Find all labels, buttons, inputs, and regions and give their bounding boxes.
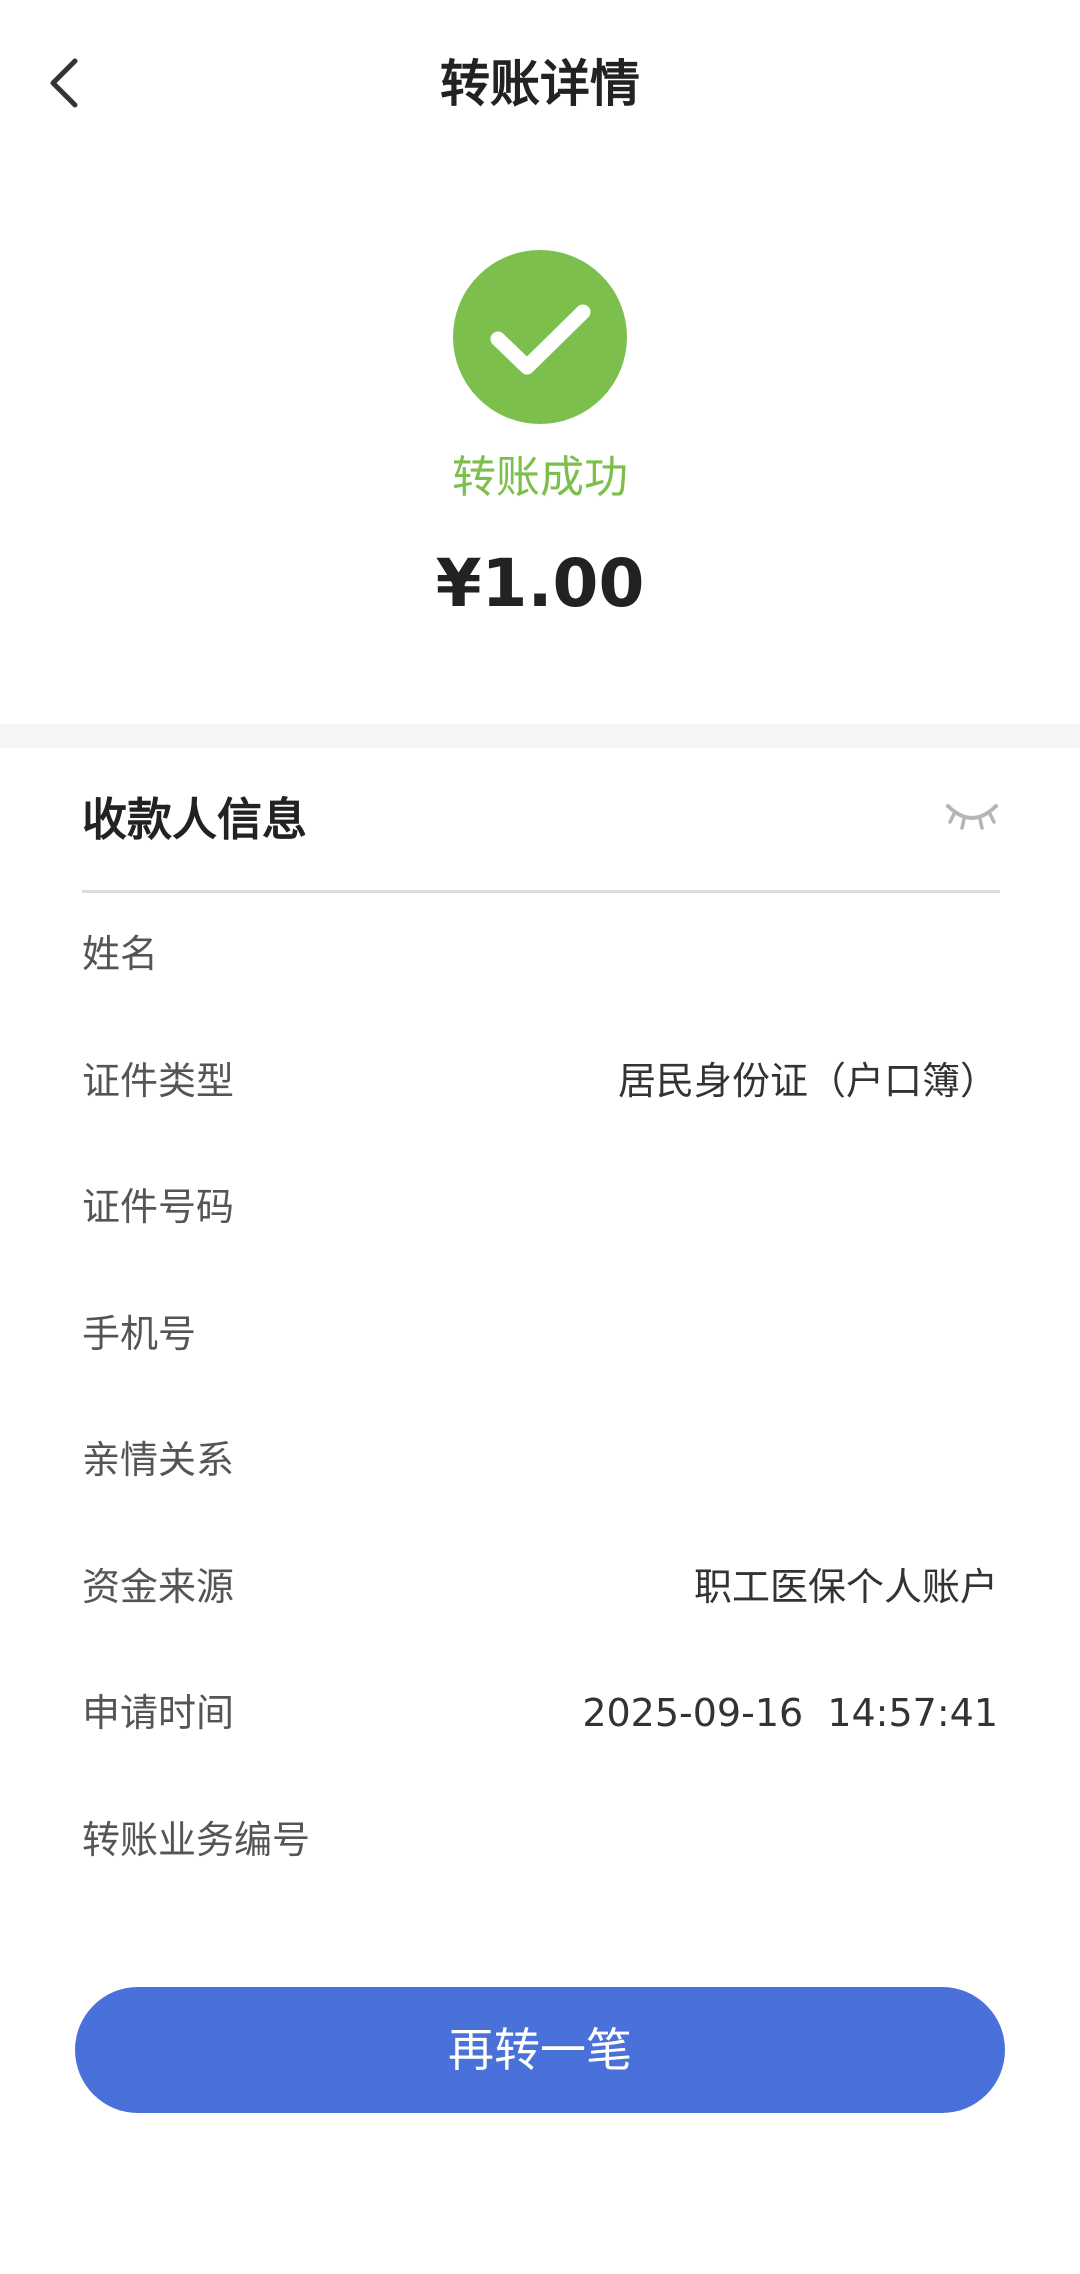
row-label: 证件类型	[82, 1058, 235, 1103]
page-title: 转账详情	[440, 55, 640, 113]
info-row-phone: 手机号	[82, 1274, 1000, 1401]
row-value: 职工医保个人账户	[693, 1564, 998, 1609]
info-row-name: 姓名	[82, 894, 1000, 1021]
row-label: 姓名	[82, 932, 159, 976]
payee-info-list: 姓名 证件类型 居民身份证（户口簿） 证件号码 手机号 亲情关系 资金来源 职工…	[82, 894, 1000, 1906]
info-row-fund-source: 资金来源 职工医保个人账户	[82, 1527, 1000, 1654]
transfer-amount: ¥1.00	[435, 545, 645, 622]
info-row-apply-time: 申请时间 2025-09-16 14:57:41	[82, 1653, 1000, 1780]
transfer-again-button[interactable]: 再转一笔	[75, 1987, 1005, 2113]
row-label: 证件号码	[82, 1185, 235, 1229]
row-value: 居民身份证（户口簿）	[617, 1058, 998, 1103]
info-row-id-number: 证件号码	[82, 1147, 1000, 1274]
eye-closed-icon[interactable]	[944, 796, 1000, 836]
info-row-transaction-number: 转账业务编号	[82, 1780, 1000, 1907]
row-label: 资金来源	[82, 1564, 235, 1609]
transfer-result: 转账成功 ¥1.00	[0, 166, 1080, 724]
row-label: 亲情关系	[82, 1438, 235, 1482]
check-circle-icon	[453, 250, 627, 424]
section-title: 收款人信息	[82, 793, 308, 846]
status-text: 转账成功	[452, 452, 628, 503]
header-bar: 转账详情	[0, 0, 1080, 166]
row-label: 手机号	[82, 1311, 197, 1356]
row-label: 申请时间	[82, 1691, 235, 1735]
row-value: 2025-09-16 14:57:41	[582, 1691, 998, 1735]
info-row-id-type: 证件类型 居民身份证（户口簿）	[82, 1021, 1000, 1148]
payee-info-header: 收款人信息	[82, 748, 1000, 893]
info-row-relationship: 亲情关系	[82, 1400, 1000, 1527]
row-label: 转账业务编号	[82, 1817, 311, 1862]
section-divider	[0, 724, 1080, 748]
